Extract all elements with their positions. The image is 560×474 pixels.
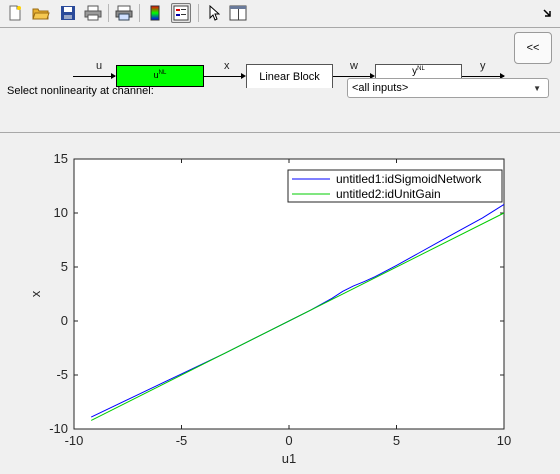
collapse-diagram-button[interactable]: << [514, 32, 552, 64]
plot-area: -10 -5 0 5 10 -10 -5 0 5 10 15 u1 x untitled1:idSigmo… [0, 133, 560, 469]
y-tick-label: 15 [54, 151, 68, 166]
output-nonlinearity-block[interactable]: y NL [375, 64, 462, 78]
y-tick-label: 5 [61, 259, 68, 274]
chevron-down-icon: ▼ [533, 84, 541, 93]
wire-y [462, 76, 504, 77]
print-icon[interactable] [83, 3, 103, 23]
y-tick-label: -5 [56, 367, 68, 382]
signal-label-x: x [224, 60, 230, 72]
channel-select-label: Select nonlinearity at channel: [7, 85, 154, 97]
x-tick-label: -5 [176, 433, 188, 448]
wire-x [204, 76, 244, 77]
input-nonlinearity-block[interactable]: u NL [116, 65, 204, 87]
property-editor-icon[interactable] [228, 3, 248, 23]
wire-u [73, 76, 115, 77]
nonlinearity-plot[interactable]: -10 -5 0 5 10-10-5051015u1xuntitled1:idSigmo… [0, 133, 560, 469]
x-tick-label: 0 [285, 433, 292, 448]
output-block-subscript: NL [417, 66, 425, 72]
print-preview-icon[interactable] [114, 3, 134, 23]
undock-arrow-icon[interactable] [540, 3, 554, 23]
colorbar-icon[interactable] [145, 3, 165, 23]
open-folder-icon[interactable] [31, 3, 51, 23]
channel-select-value: <all inputs> [352, 82, 409, 94]
linear-block-label: Linear Block [259, 70, 320, 83]
input-block-subscript: NL [158, 70, 167, 76]
legend-entry-1: untitled1:idSigmoidNetwork [336, 172, 482, 186]
legend-icon[interactable] [171, 3, 191, 23]
figure-toolbar [0, 0, 560, 28]
pointer-icon[interactable] [204, 3, 224, 23]
linear-block[interactable]: Linear Block [246, 64, 333, 88]
x-axis-label: u1 [282, 451, 296, 466]
y-tick-label: 0 [61, 313, 68, 328]
x-tick-label: 10 [497, 433, 511, 448]
y-tick-label: -10 [49, 421, 68, 436]
save-icon[interactable] [58, 3, 78, 23]
signal-label-y: y [480, 60, 486, 72]
y-tick-label: 10 [54, 205, 68, 220]
wire-w [333, 76, 373, 77]
signal-label-w: w [350, 60, 358, 72]
new-file-icon[interactable] [5, 3, 25, 23]
y-axis-label: x [28, 290, 43, 297]
channel-select-dropdown[interactable]: <all inputs> ▼ [347, 78, 549, 98]
x-tick-label: 5 [393, 433, 400, 448]
legend-entry-2: untitled2:idUnitGain [336, 187, 441, 201]
nonlinearity-diagram-panel: u u NL x Linear Block w y NL y << Select n… [0, 27, 560, 133]
signal-label-u: u [96, 60, 103, 72]
